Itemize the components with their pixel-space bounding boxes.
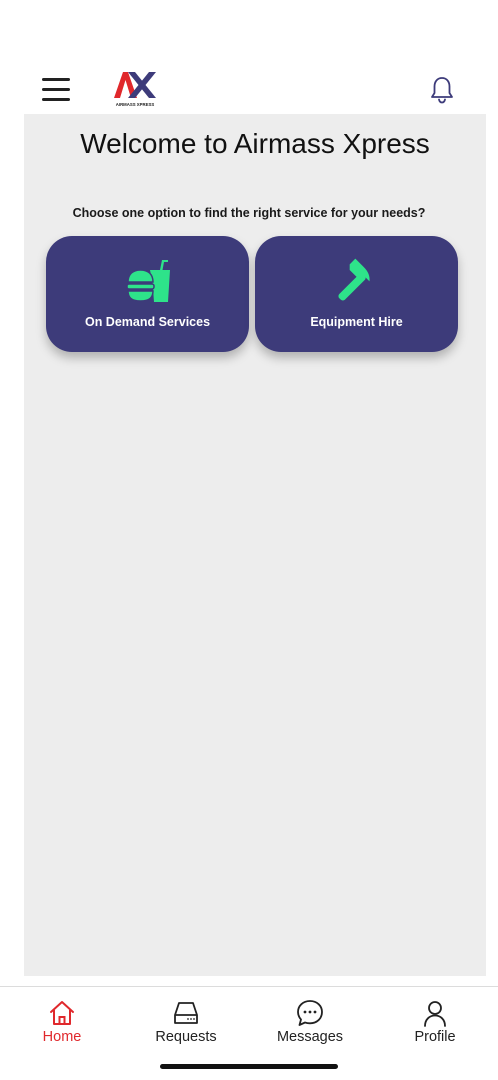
on-demand-services-button[interactable]: On Demand Services bbox=[46, 236, 249, 352]
nav-item-requests[interactable]: Requests bbox=[136, 999, 236, 1049]
nav-item-profile[interactable]: Profile bbox=[385, 999, 485, 1049]
menu-line bbox=[42, 88, 70, 91]
nav-label-profile: Profile bbox=[414, 1029, 456, 1045]
food-drink-icon bbox=[125, 260, 170, 302]
bell-icon[interactable] bbox=[426, 74, 458, 106]
bottom-navigation: Home Requests Messages Profile bbox=[0, 986, 498, 1050]
equipment-hire-label: Equipment Hire bbox=[310, 315, 403, 329]
menu-line bbox=[42, 78, 70, 81]
logo-text: AIRMASS XPRESS bbox=[116, 102, 155, 107]
nav-label-messages: Messages bbox=[276, 1029, 344, 1045]
app-header: AIRMASS XPRESS bbox=[0, 60, 498, 116]
page-title: Welcome to Airmass Xpress bbox=[80, 128, 430, 159]
nav-label-requests: Requests bbox=[155, 1029, 217, 1045]
nav-label-home: Home bbox=[42, 1029, 82, 1045]
hammer-icon bbox=[337, 258, 370, 301]
nav-item-messages[interactable]: Messages bbox=[260, 999, 360, 1049]
hamburger-menu-button[interactable] bbox=[40, 77, 72, 103]
inbox-icon bbox=[174, 1002, 198, 1024]
airmass-xpress-logo: AIRMASS XPRESS bbox=[114, 72, 156, 107]
nav-item-home[interactable]: Home bbox=[12, 999, 112, 1049]
home-icon bbox=[50, 1001, 74, 1025]
page-subtitle: Choose one option to find the right serv… bbox=[72, 206, 426, 220]
person-icon bbox=[424, 1001, 446, 1027]
main-panel: Welcome to Airmass Xpress Choose one opt… bbox=[24, 114, 486, 976]
home-screen: AIRMASS XPRESS Welcome to Airmass Xpress… bbox=[0, 0, 498, 1080]
chat-icon bbox=[297, 1000, 323, 1026]
equipment-hire-button[interactable]: Equipment Hire bbox=[255, 236, 458, 352]
home-indicator bbox=[160, 1064, 338, 1069]
menu-line bbox=[42, 98, 70, 101]
on-demand-services-label: On Demand Services bbox=[84, 315, 211, 329]
